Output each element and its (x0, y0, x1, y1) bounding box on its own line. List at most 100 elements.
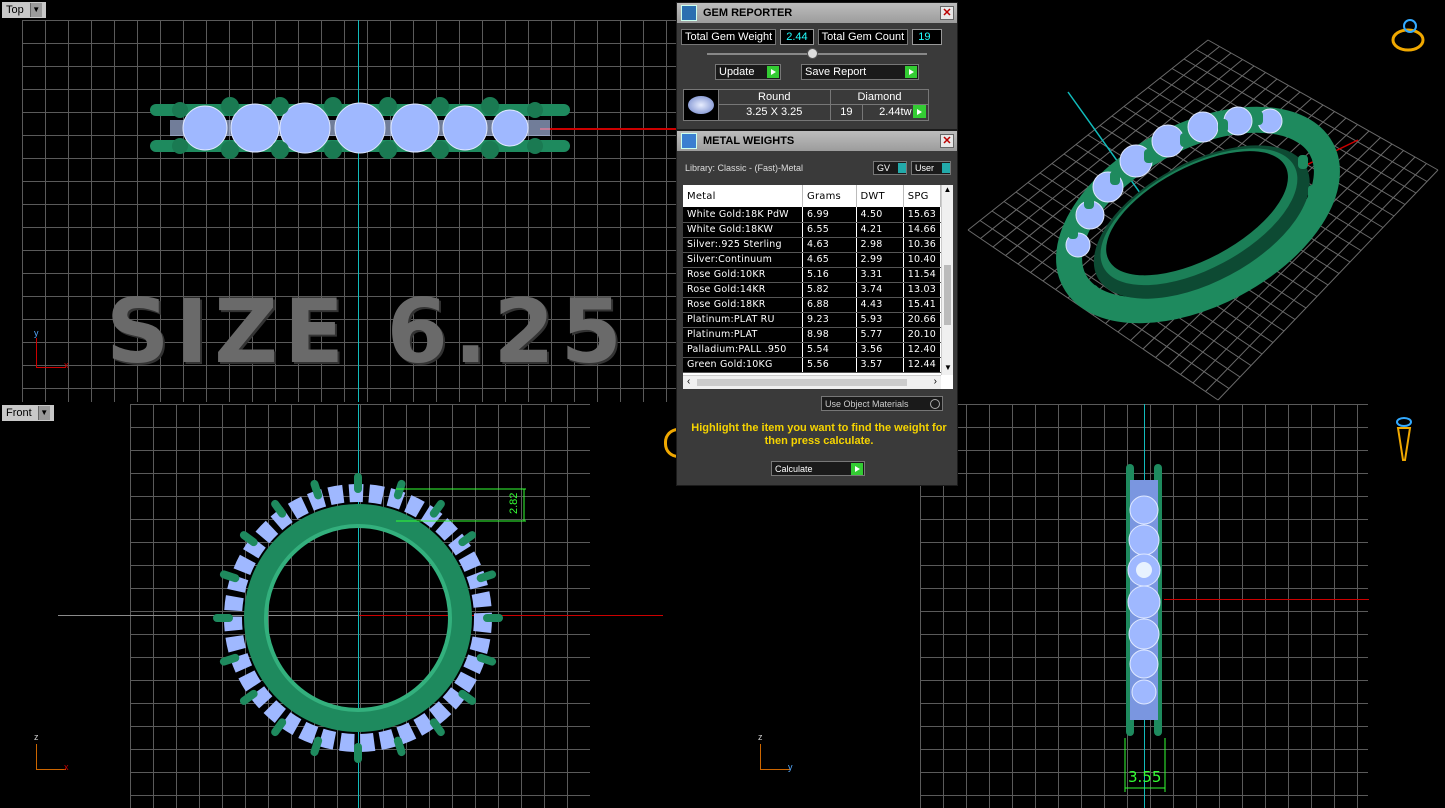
table-row[interactable]: Palladium:PALL .950 5.54 3.56 12.40 (683, 342, 941, 358)
metal-weights-panel: METAL WEIGHTS ✕ Library: Classic - (Fast… (676, 130, 958, 486)
round-gem-icon (684, 90, 718, 120)
axis-label-z: z (758, 732, 763, 742)
close-icon[interactable]: ✕ (940, 134, 954, 148)
scrollbar-thumb[interactable] (944, 265, 951, 325)
play-icon (905, 66, 917, 78)
gem-material: Diamond (831, 90, 928, 105)
scroll-arrow-icon[interactable]: ‹ (687, 376, 690, 387)
update-button-label: Update (719, 66, 755, 78)
scroll-arrow-icon[interactable]: › (934, 376, 937, 387)
table-row[interactable]: Rose Gold:10KR 5.16 3.31 11.54 (683, 267, 941, 283)
chevron-down-icon[interactable]: ▼ (29, 3, 42, 17)
viewport-top[interactable]: SIZE 6.25 Top ▼ y x (0, 0, 676, 402)
user-button-label: User (915, 163, 935, 173)
axis-label-y: y (34, 328, 39, 338)
table-row[interactable]: Platinum:PLAT RU 9.23 5.93 20.66 (683, 312, 941, 328)
gem-action-row: Update Save Report (677, 60, 957, 80)
scroll-arrow-icon[interactable]: ▲ (942, 185, 953, 197)
gem-count: 19 (831, 105, 863, 120)
gv-button[interactable]: GV (873, 161, 907, 175)
viewport-perspective[interactable] (958, 0, 1445, 402)
ring-side-icon[interactable] (1392, 414, 1416, 464)
calculate-button[interactable]: Calculate (771, 461, 865, 476)
table-row[interactable]: Green Gold:10KG 5.56 3.57 12.44 (683, 357, 941, 373)
column-header-grams[interactable]: Grams (802, 185, 857, 207)
total-gem-count-value: 19 (912, 29, 943, 45)
total-gem-weight-value: 2.44 (780, 29, 814, 45)
gem-totals-row: Total Gem Weight 2.44 Total Gem Count 19 (677, 23, 957, 45)
table-cell: Rose Gold:14KR (683, 282, 804, 298)
slider-handle[interactable] (807, 48, 818, 59)
table-cell: 5.77 (856, 327, 904, 343)
metal-table-container[interactable]: Metal Grams DWT SPG White Gold:18K PdW 6.… (683, 185, 953, 389)
table-row[interactable]: Rose Gold:18KR 6.88 4.43 15.41 (683, 297, 941, 313)
table-row[interactable]: White Gold:18KW 6.55 4.21 14.66 (683, 222, 941, 238)
scrollbar-thumb[interactable] (697, 379, 907, 386)
table-cell: 5.16 (802, 267, 857, 283)
column-header-metal[interactable]: Metal (683, 185, 804, 207)
column-header-spg[interactable]: SPG (903, 185, 941, 207)
axis-line-horizontal (1164, 599, 1369, 600)
use-object-materials-button[interactable]: Use Object Materials (821, 396, 943, 411)
table-row[interactable]: White Gold:18K PdW 6.99 4.50 15.63 (683, 207, 941, 223)
table-cell: 4.65 (802, 252, 857, 268)
checkbox[interactable] (930, 398, 940, 409)
table-cell: 4.21 (856, 222, 904, 238)
table-cell: Silver:Continuum (683, 252, 804, 268)
metal-weights-body: White Gold:18K PdW 6.99 4.50 15.63 White Gol… (683, 207, 941, 373)
axis-indicator: z x (30, 732, 80, 776)
metal-weights-table: Metal Grams DWT SPG White Gold:18K PdW 6.… (683, 185, 941, 373)
viewport-front[interactable]: 2.82 Front ▼ z x (0, 404, 722, 808)
table-cell: 3.31 (856, 267, 904, 283)
vertical-scrollbar[interactable]: ▲ ▼ (941, 185, 953, 375)
column-header-dwt[interactable]: DWT (856, 185, 904, 207)
gem-reporter-titlebar[interactable]: GEM REPORTER ✕ (677, 3, 957, 23)
viewport-label-top[interactable]: Top ▼ (2, 2, 46, 18)
table-cell: 12.40 (903, 342, 941, 358)
play-icon (851, 462, 863, 475)
metal-weights-title: METAL WEIGHTS (703, 135, 795, 147)
table-row[interactable]: Platinum:PLAT 8.98 5.77 20.10 (683, 327, 941, 343)
axis-label-x: x (64, 360, 69, 370)
metal-weights-titlebar[interactable]: METAL WEIGHTS ✕ (677, 131, 957, 151)
calculate-hint: Highlight the item you want to find the … (691, 422, 947, 447)
viewport-label-text: Front (6, 407, 32, 419)
table-cell: 12.44 (903, 357, 941, 373)
close-icon[interactable]: ✕ (940, 6, 954, 20)
axis-label-z: z (34, 732, 39, 742)
table-cell: 6.99 (802, 207, 857, 223)
user-button[interactable]: User (911, 161, 951, 175)
table-cell: 15.63 (903, 207, 941, 223)
axis-label-y: y (788, 762, 793, 772)
scroll-arrow-icon[interactable]: ▼ (942, 363, 953, 375)
metal-weights-icon (681, 133, 697, 149)
gem-row-go-button[interactable] (913, 105, 926, 118)
table-row[interactable]: Silver:Continuum 4.65 2.99 10.40 (683, 252, 941, 268)
table-cell: Silver:.925 Sterling (683, 237, 804, 253)
total-gem-count-label: Total Gem Count (817, 29, 909, 45)
table-cell: 8.98 (802, 327, 857, 343)
update-button[interactable]: Update (715, 64, 781, 80)
table-row[interactable]: Silver:.925 Sterling 4.63 2.98 10.36 (683, 237, 941, 253)
save-report-button-label: Save Report (805, 66, 867, 78)
gem-reporter-icon (681, 5, 697, 21)
gem-row[interactable]: Round 3.25 X 3.25 Diamond 19 2.44tw (683, 89, 929, 121)
table-cell: 14.66 (903, 222, 941, 238)
table-cell: Platinum:PLAT (683, 327, 804, 343)
viewport-label-text: Top (6, 4, 24, 16)
table-cell: 10.36 (903, 237, 941, 253)
library-row: Library: Classic - (Fast)-Metal GV User (677, 151, 957, 179)
chevron-down-icon[interactable]: ▼ (37, 406, 50, 420)
table-cell: 2.99 (856, 252, 904, 268)
slider[interactable] (707, 48, 927, 60)
ring-perspective-icon[interactable] (1388, 16, 1428, 56)
use-object-materials-label: Use Object Materials (825, 398, 909, 409)
viewport-label-front[interactable]: Front ▼ (2, 405, 54, 421)
table-cell: 3.57 (856, 357, 904, 373)
gem-size: 3.25 X 3.25 (746, 106, 803, 118)
table-cell: 5.93 (856, 312, 904, 328)
save-report-button[interactable]: Save Report (801, 64, 919, 80)
table-row[interactable]: Rose Gold:14KR 5.82 3.74 13.03 (683, 282, 941, 298)
horizontal-scrollbar[interactable]: ‹ › (683, 375, 941, 389)
table-cell: 4.43 (856, 297, 904, 313)
